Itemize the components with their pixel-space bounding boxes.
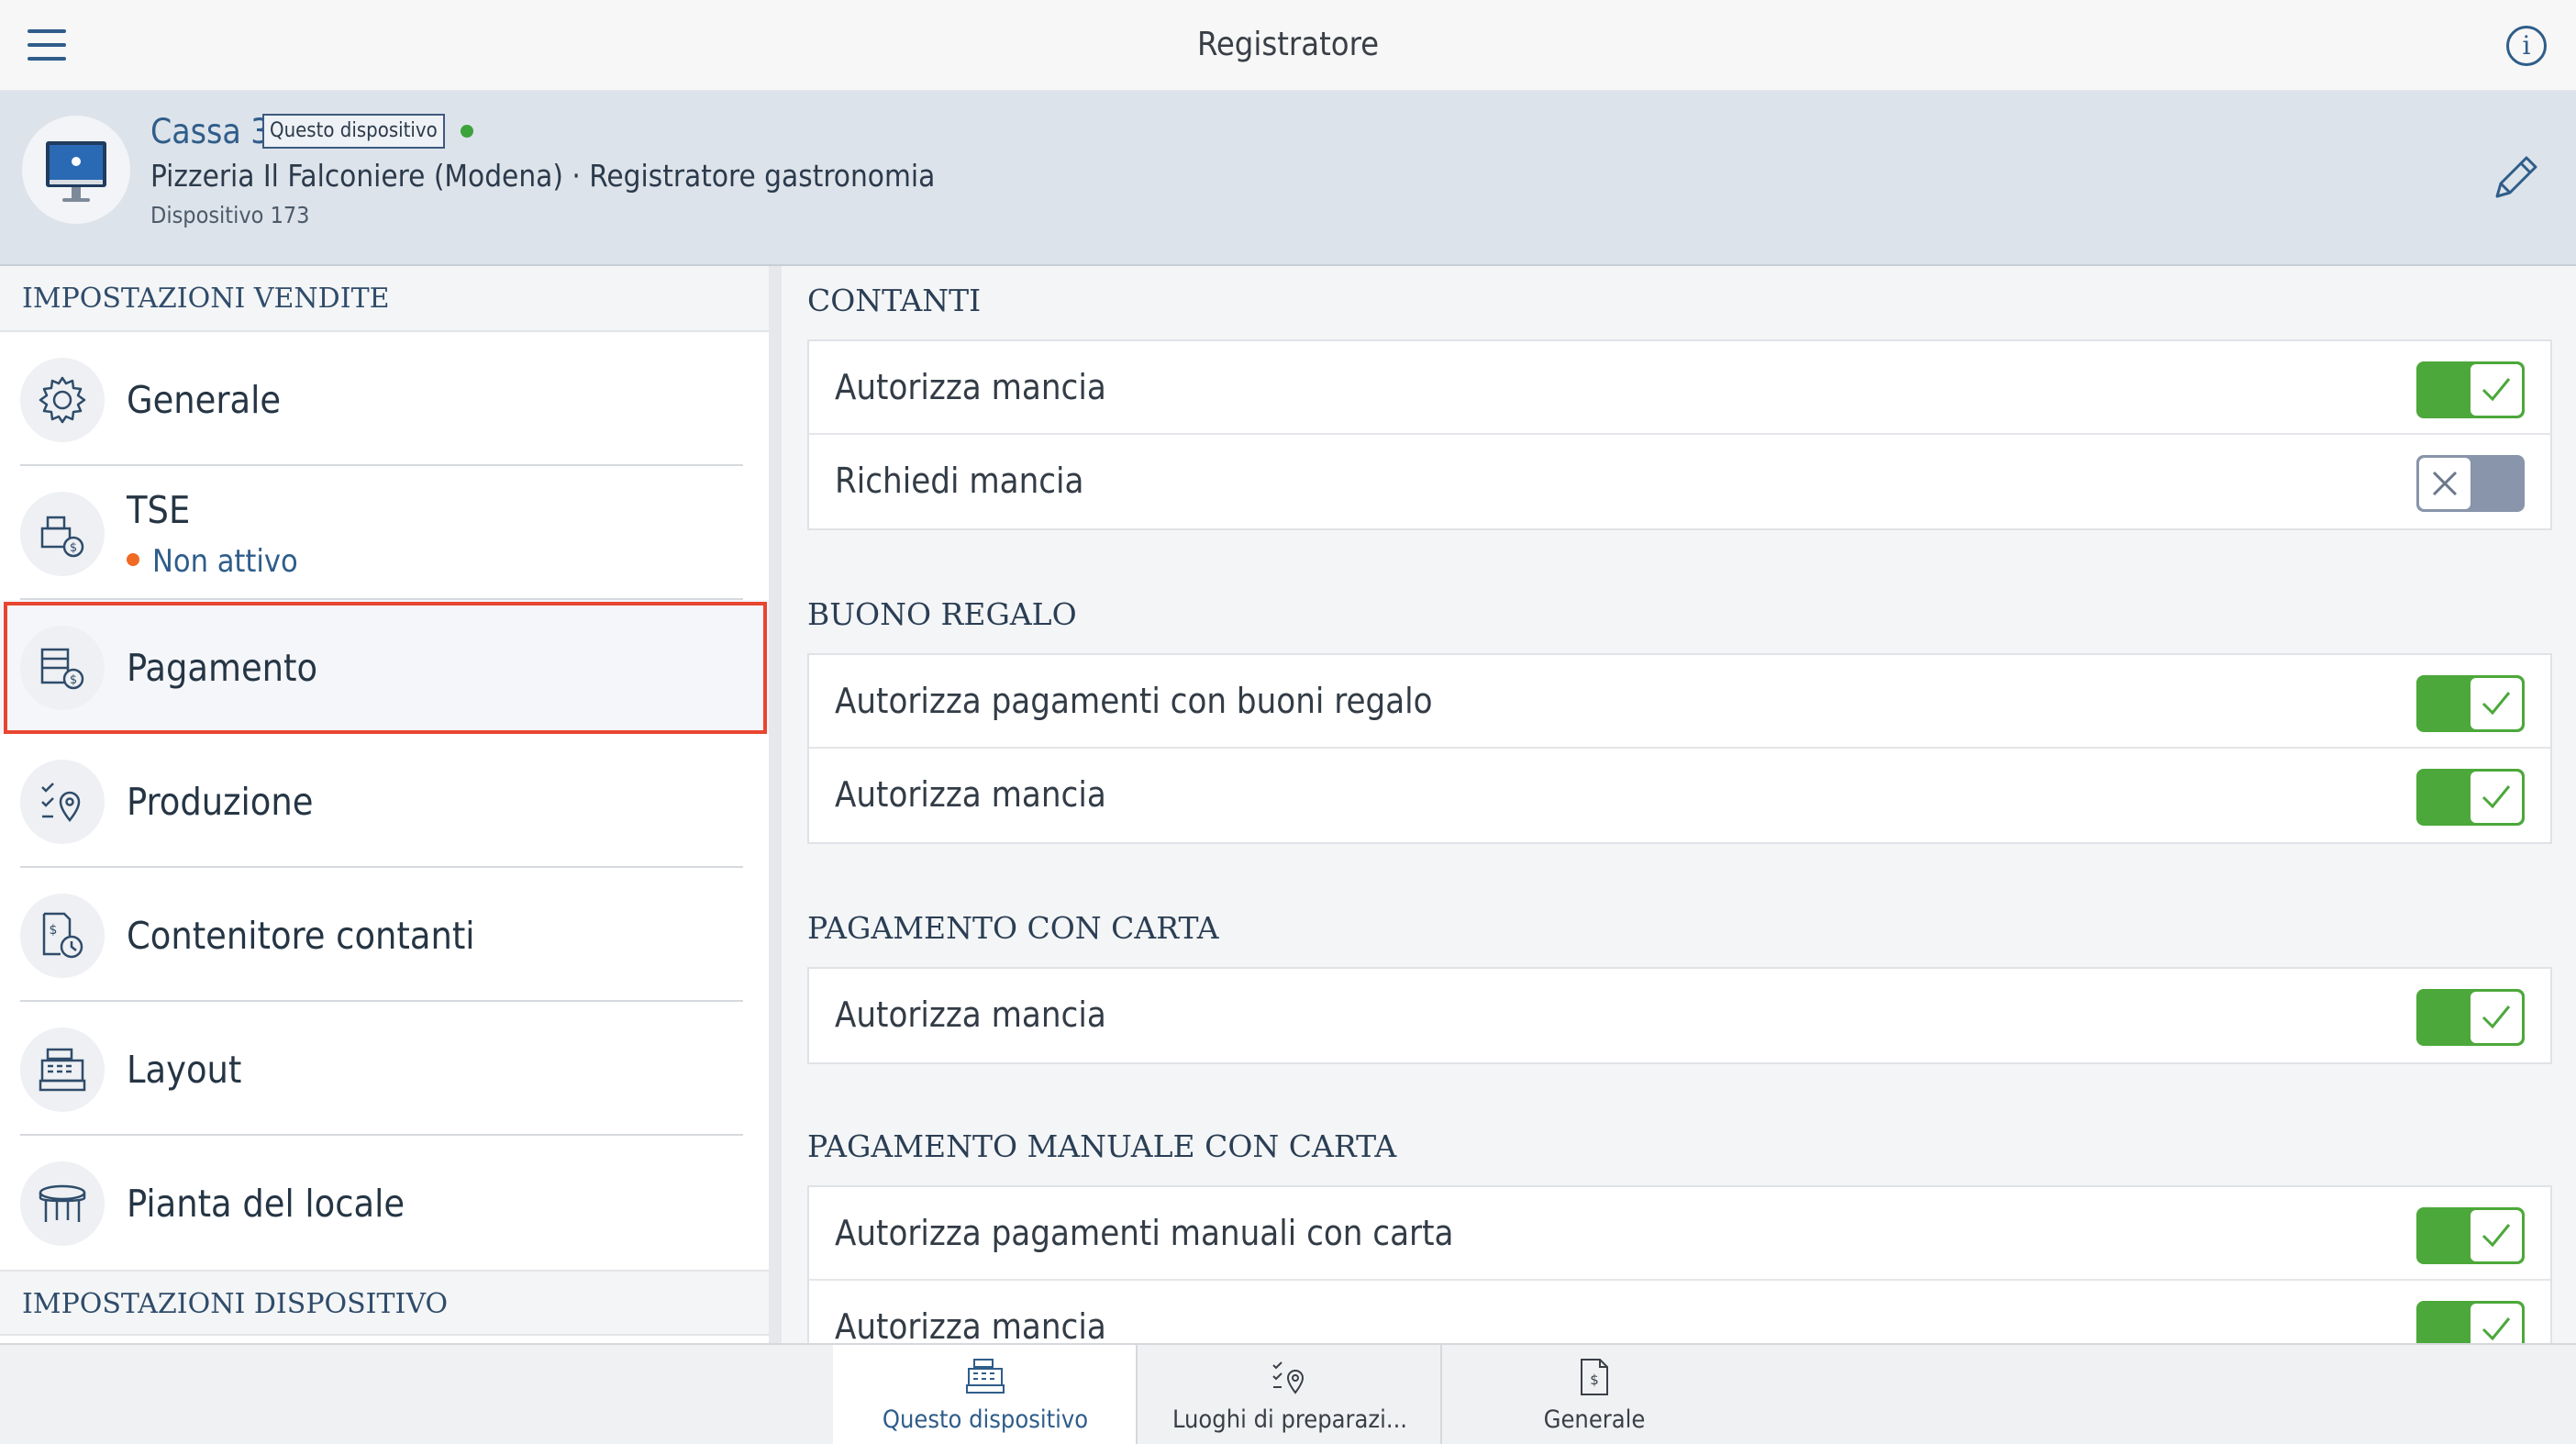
sidebar-item-generale[interactable]: Generale: [0, 332, 769, 466]
tab-luoghi-di-preparazione[interactable]: Luoghi di preparazi...: [1138, 1345, 1442, 1444]
tip-toggle[interactable]: [2416, 361, 2525, 418]
page-title: Registratore: [1196, 26, 1380, 63]
setting-label: Autorizza mancia: [835, 994, 1106, 1035]
setting-row: Autorizza mancia: [809, 969, 2550, 1062]
top-bar: Registratore i: [0, 0, 2576, 92]
check-icon: [2482, 785, 2511, 809]
selection-highlight: [4, 602, 767, 734]
setting-label: Autorizza pagamenti con buoni regalo: [835, 681, 1433, 721]
setting-row: Autorizza mancia: [809, 341, 2550, 435]
tab-label: Questo dispositivo: [882, 1405, 1089, 1434]
production-icon: [20, 760, 105, 844]
info-icon[interactable]: i: [2506, 26, 2547, 66]
sidebar-item-layout[interactable]: Layout: [0, 1002, 769, 1136]
check-icon: [2482, 378, 2511, 402]
setting-label: Autorizza pagamenti manuali con carta: [835, 1213, 1454, 1253]
this-device-badge: Questo dispositivo: [262, 114, 445, 149]
bottom-tab-bar: Questo dispositivo Luoghi di preparazi..…: [0, 1343, 2576, 1444]
sidebar-item-pagamento[interactable]: $ Pagamento: [0, 600, 769, 734]
sidebar-item-label: TSE: [127, 488, 191, 532]
tse-status: Non attivo: [127, 543, 298, 580]
sidebar-item-label: Layout: [127, 1048, 242, 1092]
manual-card-payments-toggle[interactable]: [2416, 1207, 2525, 1264]
payment-settings-content[interactable]: CONTANTI Autorizza mancia Richiedi manci…: [782, 266, 2576, 1343]
svg-text:$: $: [70, 541, 77, 555]
document-dollar-icon: $: [1581, 1359, 1608, 1395]
sidebar-item-contenitore-contanti[interactable]: $ Contenitore contanti: [0, 868, 769, 1002]
setting-row: Autorizza pagamenti manuali con carta: [809, 1187, 2550, 1281]
sidebar-item-pianta-del-locale[interactable]: Pianta del locale: [0, 1136, 769, 1270]
section-header-sales: IMPOSTAZIONI VENDITE: [0, 266, 769, 332]
sidebar-item-label: Produzione: [127, 780, 314, 824]
setting-label: Autorizza mancia: [835, 1306, 1106, 1343]
device-location: Pizzeria Il Falconiere (Modena) · Regist…: [150, 158, 936, 194]
online-status-dot: [461, 125, 473, 138]
inactive-status-dot: [127, 552, 139, 566]
setting-row: Autorizza pagamenti con buoni regalo: [809, 655, 2550, 749]
panel-divider[interactable]: [769, 266, 782, 1343]
tip-toggle[interactable]: [2416, 989, 2525, 1046]
section-header-device: IMPOSTAZIONI DISPOSITIVO: [0, 1270, 769, 1336]
tab-questo-dispositivo[interactable]: Questo dispositivo: [833, 1345, 1138, 1444]
sidebar-item-label: Contenitore contanti: [127, 914, 475, 958]
sidebar-item-label: Pianta del locale: [127, 1182, 405, 1226]
register-icon: [966, 1359, 1005, 1394]
tab-label: Luoghi di preparazi...: [1171, 1405, 1408, 1434]
sidebar-item-label: Generale: [127, 378, 282, 422]
setting-row: Autorizza mancia: [809, 749, 2550, 842]
setting-label: Richiedi mancia: [835, 461, 1084, 501]
setting-row: Richiedi mancia: [809, 435, 2550, 528]
cash-drawer-icon: $: [20, 894, 105, 978]
settings-card-pagamento-con-carta: Autorizza mancia: [807, 967, 2552, 1064]
device-avatar: [22, 116, 130, 224]
device-id: Dispositivo 173: [150, 202, 310, 228]
settings-card-pagamento-manuale-con-carta: Autorizza pagamenti manuali con carta Au…: [807, 1185, 2552, 1343]
settings-card-contanti: Autorizza mancia Richiedi mancia: [807, 339, 2552, 530]
computer-icon: [46, 141, 106, 202]
section-title-buono-regalo: BUONO REGALO: [807, 596, 1077, 632]
section-title-contanti: CONTANTI: [807, 283, 982, 318]
production-icon: [1272, 1361, 1305, 1394]
tse-icon: $: [20, 492, 105, 576]
check-icon: [2482, 692, 2511, 716]
tip-toggle[interactable]: [2416, 1301, 2525, 1343]
settings-sidebar: IMPOSTAZIONI VENDITE Generale $ TSE Non …: [0, 266, 769, 1343]
setting-label: Autorizza mancia: [835, 774, 1106, 815]
setting-label: Autorizza mancia: [835, 367, 1106, 407]
settings-card-buono-regalo: Autorizza pagamenti con buoni regalo Aut…: [807, 653, 2552, 844]
section-title-pagamento-con-carta: PAGAMENTO CON CARTA: [807, 910, 1219, 946]
gear-icon: [20, 358, 105, 442]
tip-toggle[interactable]: [2416, 769, 2525, 826]
close-icon: [2432, 471, 2458, 496]
tab-generale[interactable]: $ Generale: [1442, 1345, 1747, 1444]
svg-text:$: $: [1590, 1372, 1599, 1388]
setting-row: Autorizza mancia: [809, 1281, 2550, 1343]
gift-card-payments-toggle[interactable]: [2416, 675, 2525, 732]
device-name: Cassa 3: [150, 112, 271, 151]
table-icon: [20, 1161, 105, 1246]
sidebar-item-tse[interactable]: $ TSE Non attivo: [0, 466, 769, 600]
check-icon: [2482, 1224, 2511, 1248]
device-header: Cassa 3 Questo dispositivo Pizzeria Il F…: [0, 92, 2576, 266]
check-icon: [2482, 1317, 2511, 1341]
edit-pencil-icon[interactable]: [2488, 150, 2543, 205]
svg-text:$: $: [50, 923, 58, 938]
section-title-pagamento-manuale-con-carta: PAGAMENTO MANUALE CON CARTA: [807, 1128, 1397, 1164]
register-icon: [20, 1027, 105, 1112]
check-icon: [2482, 1005, 2511, 1029]
require-tip-toggle[interactable]: [2416, 455, 2525, 512]
sidebar-item-produzione[interactable]: Produzione: [0, 734, 769, 868]
tab-label: Generale: [1543, 1405, 1646, 1434]
